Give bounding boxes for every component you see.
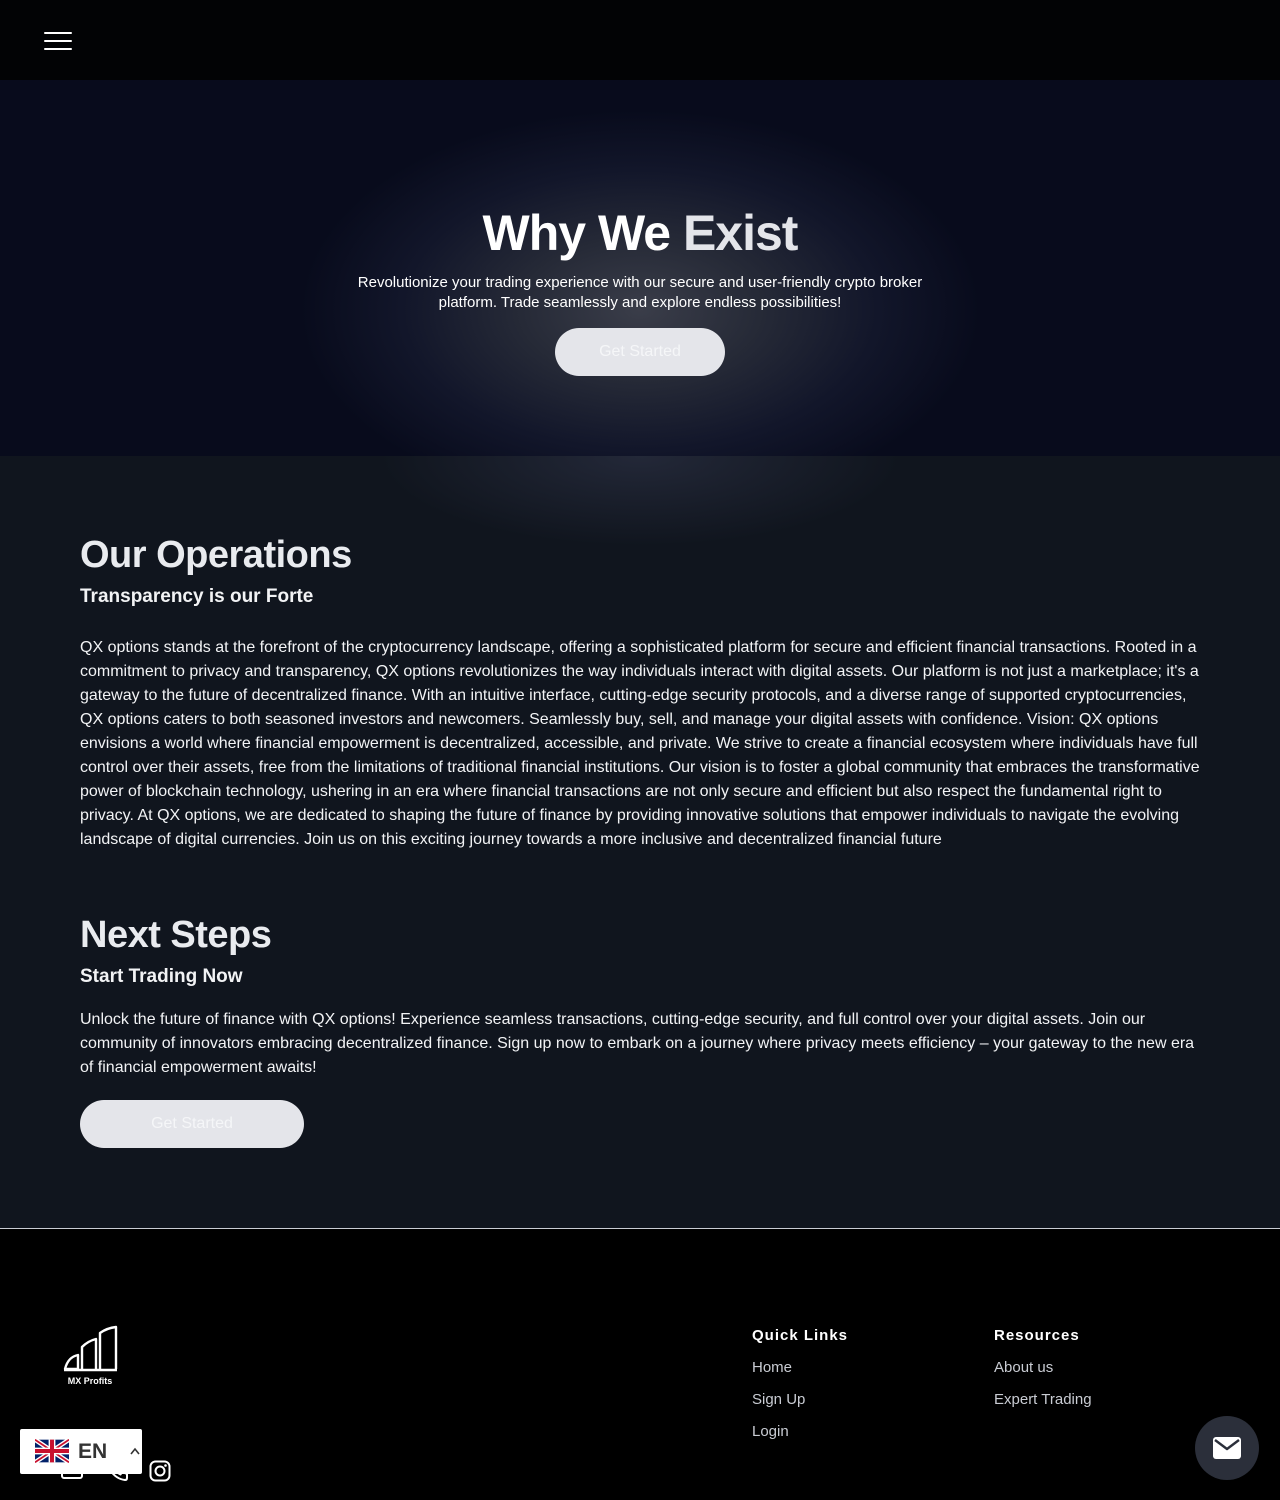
hero-subtitle-line2: platform. Trade seamlessly and explore e… xyxy=(438,294,842,311)
hero-title-accent: Exist xyxy=(682,205,799,261)
next-steps-subheading: Start Trading Now xyxy=(80,966,243,987)
next-steps-body: Unlock the future of finance with QX opt… xyxy=(80,1011,1195,1076)
operations-heading: Our Operations xyxy=(80,534,352,576)
brand-logo-text: MX Profits xyxy=(67,1376,113,1386)
hero-section: Why We Exist Revolutionize your trading … xyxy=(0,80,1280,456)
hero-get-started-button[interactable]: Get Started xyxy=(555,328,725,376)
footer-link-expert-trading[interactable]: Expert Trading xyxy=(994,1391,1092,1408)
uk-flag-icon xyxy=(35,1439,69,1463)
chevron-up-icon xyxy=(130,1447,140,1455)
hero-title-main: Why We xyxy=(482,205,683,261)
language-code: EN xyxy=(78,1440,108,1463)
resources-title: Resources xyxy=(994,1327,1080,1344)
next-steps-get-started-button[interactable]: Get Started xyxy=(80,1100,304,1148)
top-nav-bar xyxy=(0,0,1280,80)
operations-subheading: Transparency is our Forte xyxy=(80,586,314,607)
hero-title: Why We Exist xyxy=(0,204,1280,262)
language-selector[interactable]: EN xyxy=(20,1429,142,1474)
footer-link-about-us[interactable]: About us xyxy=(994,1359,1053,1376)
footer-link-sign-up[interactable]: Sign Up xyxy=(752,1391,805,1408)
hamburger-menu-icon[interactable] xyxy=(44,32,72,52)
footer: MX Profits Quick Links Home Sign Up Logi… xyxy=(0,1228,1280,1500)
operations-body: QX options stands at the forefront of th… xyxy=(80,639,1200,848)
hero-subtitle: Revolutionize your trading experience wi… xyxy=(355,273,925,313)
mail-icon xyxy=(1213,1437,1241,1459)
mail-chat-button[interactable] xyxy=(1195,1416,1259,1480)
hero-subtitle-line1: Revolutionize your trading experience wi… xyxy=(357,274,923,291)
footer-link-home[interactable]: Home xyxy=(752,1359,792,1376)
footer-link-login[interactable]: Login xyxy=(752,1423,789,1440)
quick-links-title: Quick Links xyxy=(752,1327,849,1344)
next-steps-heading: Next Steps xyxy=(80,914,272,956)
main-content: Our Operations Transparency is our Forte… xyxy=(0,456,1280,1228)
instagram-icon[interactable] xyxy=(148,1459,172,1483)
